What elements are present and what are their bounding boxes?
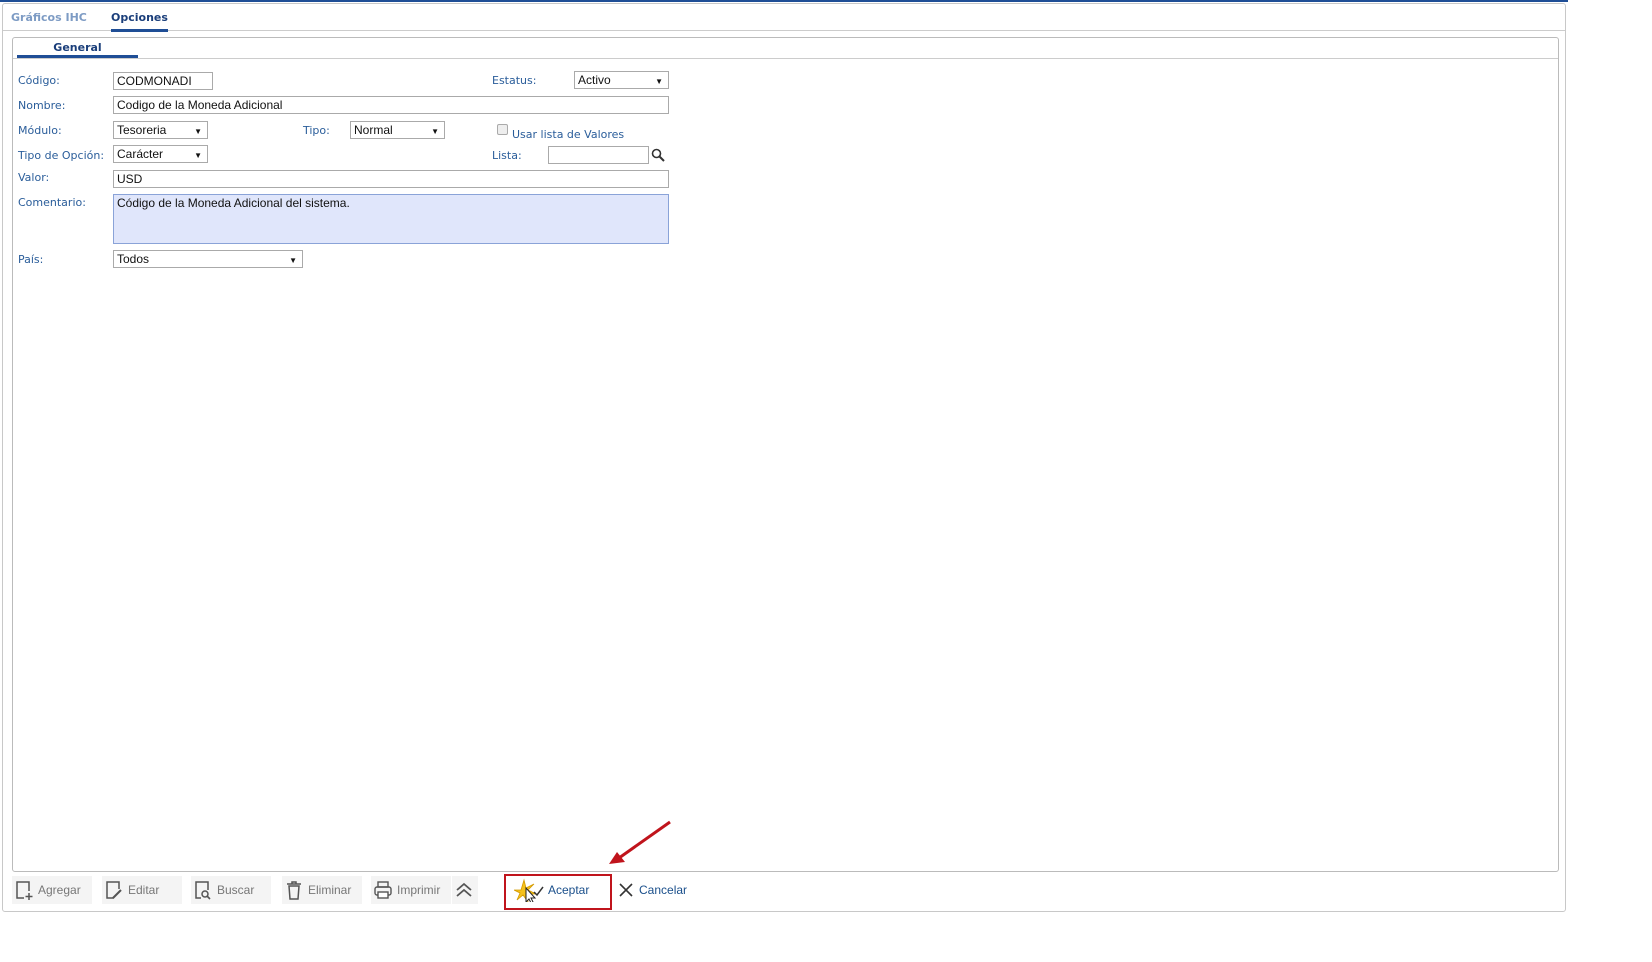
nombre-label: Nombre: bbox=[18, 99, 66, 112]
tab-graficos-ihc[interactable]: Gráficos IHC bbox=[11, 11, 87, 29]
valor-label: Valor: bbox=[18, 171, 50, 184]
trash-icon bbox=[287, 881, 301, 900]
codigo-input[interactable]: CODMONADI bbox=[113, 72, 213, 90]
subtab-general[interactable]: General bbox=[17, 40, 138, 58]
estatus-label: Estatus: bbox=[492, 74, 537, 87]
usar-lista-label: Usar lista de Valores bbox=[512, 128, 625, 141]
search-document-icon bbox=[195, 881, 211, 900]
imprimir-button[interactable]: Imprimir bbox=[371, 876, 451, 904]
cancelar-label: Cancelar bbox=[639, 883, 688, 897]
tipo-label: Tipo: bbox=[303, 124, 330, 137]
modulo-label: Módulo: bbox=[18, 124, 62, 137]
nombre-input[interactable]: Codigo de la Moneda Adicional bbox=[113, 96, 669, 114]
close-icon bbox=[619, 883, 633, 897]
buscar-label: Buscar bbox=[217, 883, 255, 897]
eliminar-label: Eliminar bbox=[308, 883, 352, 897]
tipo-select[interactable]: Normal bbox=[350, 121, 445, 139]
estatus-value: Activo bbox=[578, 73, 611, 87]
add-document-icon bbox=[16, 881, 33, 900]
search-icon[interactable] bbox=[651, 148, 665, 162]
pais-select[interactable]: Todos bbox=[113, 250, 303, 268]
modulo-value: Tesoreria bbox=[117, 123, 167, 137]
tab-opciones[interactable]: Opciones bbox=[111, 11, 168, 32]
tipo-opcion-value: Carácter bbox=[117, 147, 164, 161]
valor-input[interactable]: USD bbox=[113, 170, 669, 188]
subtab-divider bbox=[13, 58, 1558, 59]
collapse-button[interactable] bbox=[452, 876, 478, 904]
tab-bar: Gráficos IHC Opciones bbox=[3, 8, 1565, 32]
tipo-opcion-select[interactable]: Carácter bbox=[113, 145, 208, 163]
estatus-select[interactable]: Activo bbox=[574, 71, 669, 89]
top-border bbox=[0, 0, 1568, 2]
modulo-select[interactable]: Tesoreria bbox=[113, 121, 208, 139]
agregar-label: Agregar bbox=[38, 883, 81, 897]
codigo-label: Código: bbox=[18, 74, 60, 87]
editar-button[interactable]: Editar bbox=[102, 876, 182, 904]
edit-document-icon bbox=[106, 881, 122, 899]
tipo-opcion-label: Tipo de Opción: bbox=[18, 149, 105, 162]
double-chevron-up-icon bbox=[456, 882, 472, 897]
lista-input[interactable] bbox=[548, 146, 649, 164]
highlight-box bbox=[504, 874, 612, 910]
comentario-textarea[interactable]: Código de la Moneda Adicional del sistem… bbox=[113, 194, 669, 244]
pais-label: País: bbox=[18, 253, 44, 266]
eliminar-button[interactable]: Eliminar bbox=[282, 876, 362, 904]
imprimir-label: Imprimir bbox=[397, 883, 441, 897]
usar-lista-checkbox[interactable] bbox=[497, 124, 508, 135]
cancelar-button[interactable]: Cancelar bbox=[615, 876, 695, 904]
lista-label: Lista: bbox=[492, 149, 522, 162]
printer-icon bbox=[374, 881, 392, 899]
form-panel bbox=[12, 37, 1559, 872]
annotation-arrow-icon bbox=[609, 820, 671, 864]
buscar-button[interactable]: Buscar bbox=[191, 876, 271, 904]
agregar-button[interactable]: Agregar bbox=[12, 876, 92, 904]
pais-value: Todos bbox=[117, 252, 150, 266]
tipo-value: Normal bbox=[354, 123, 393, 137]
editar-label: Editar bbox=[128, 883, 160, 897]
comentario-label: Comentario: bbox=[18, 196, 86, 209]
